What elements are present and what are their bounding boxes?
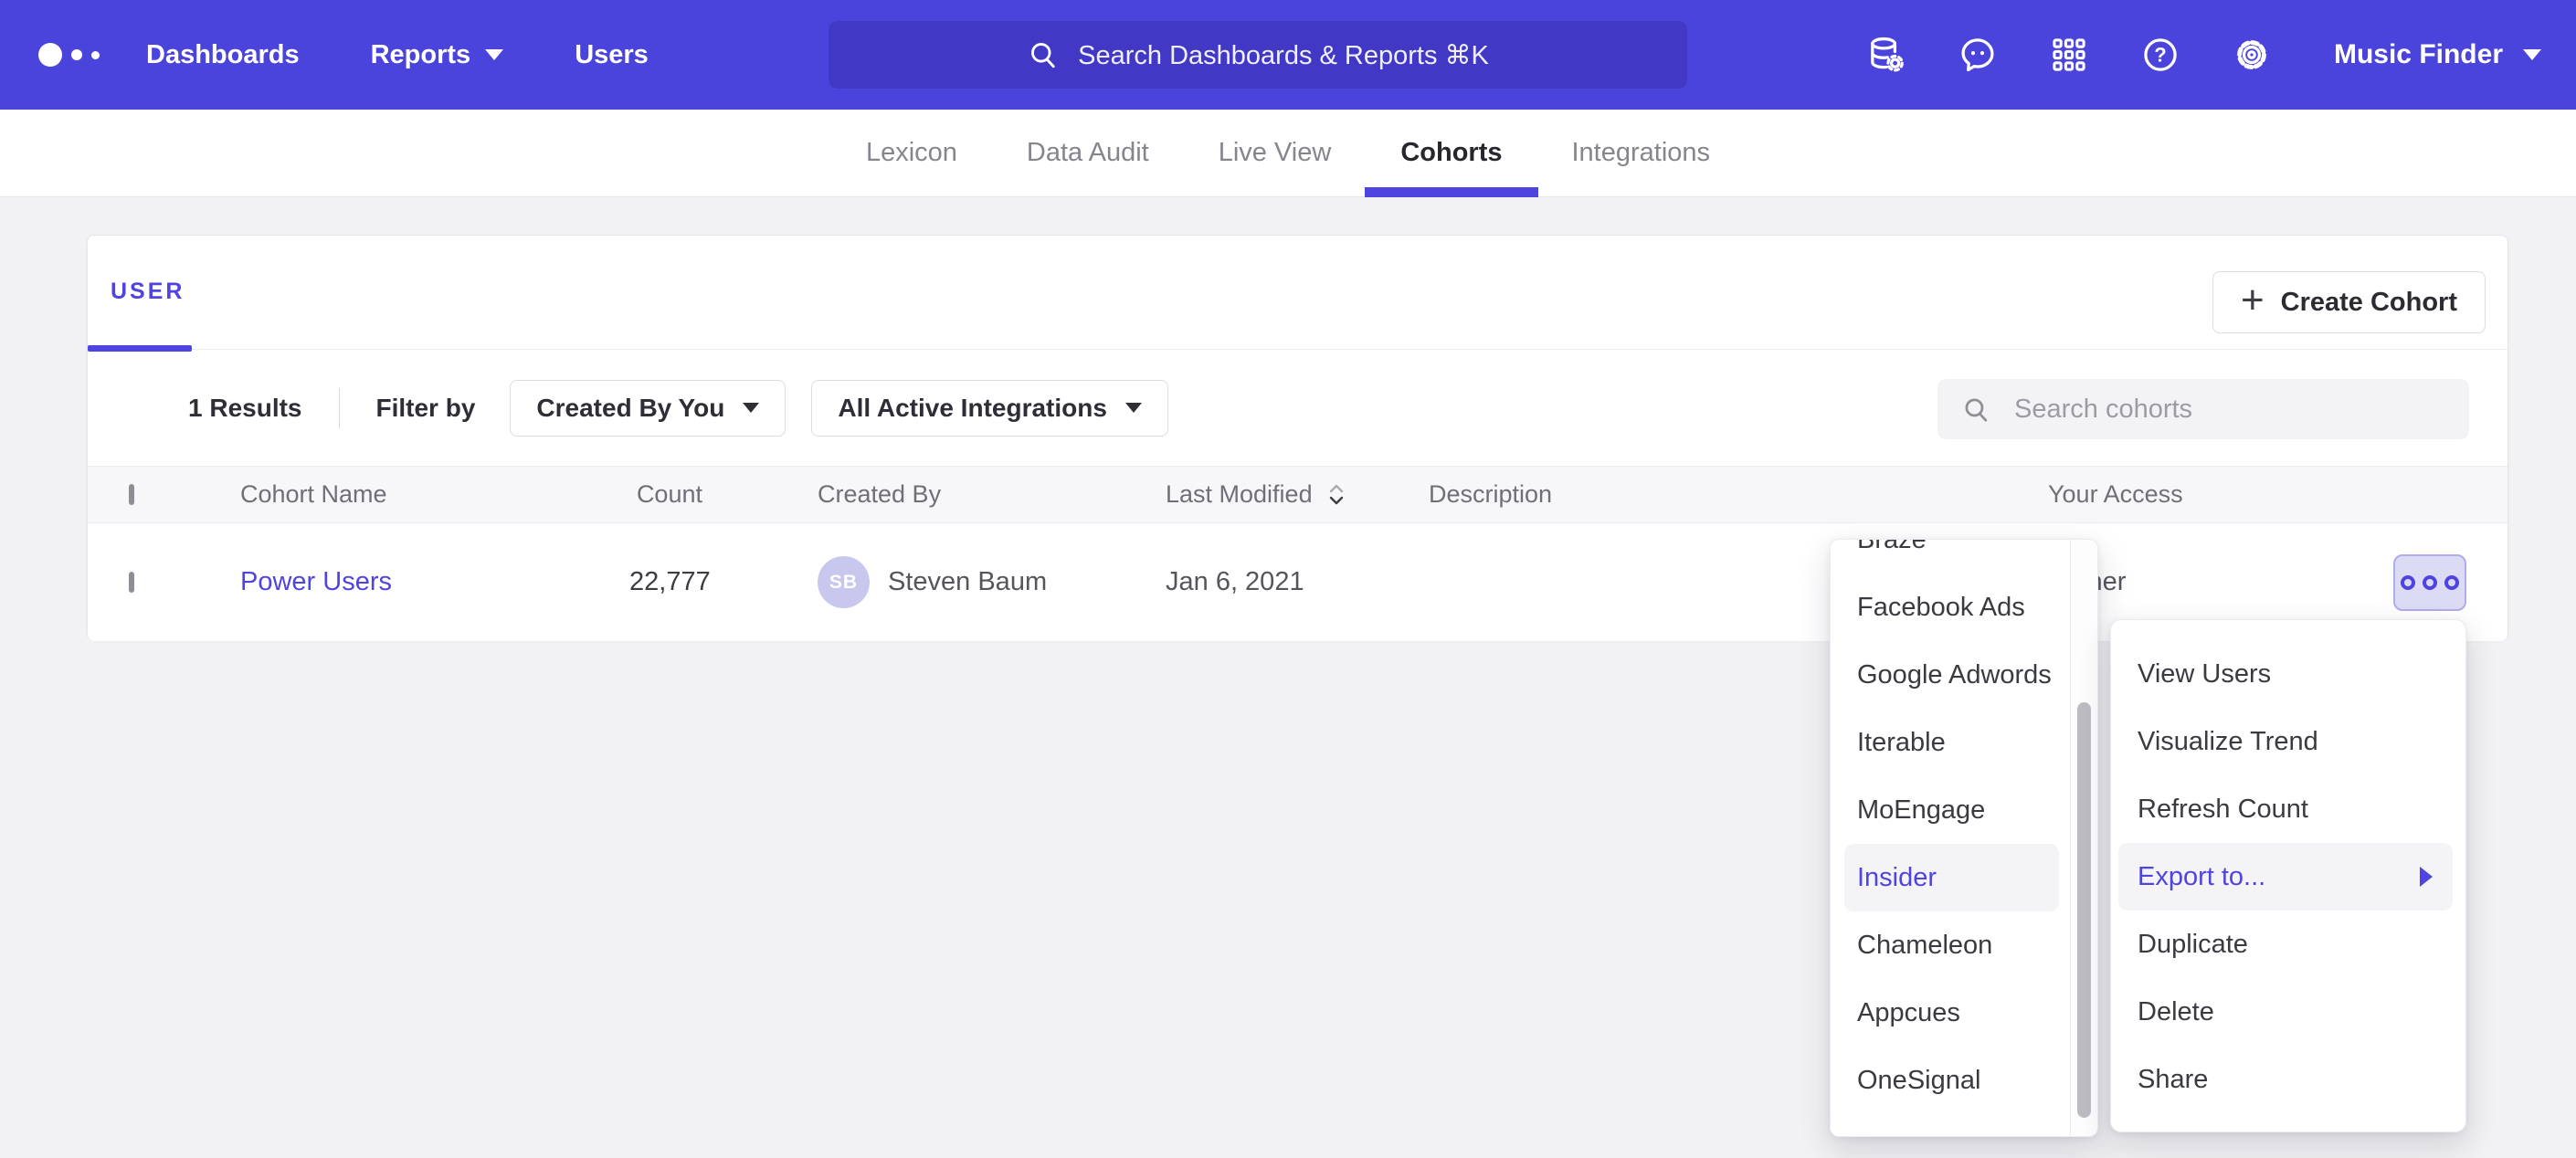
menu-item-iterable[interactable]: Iterable — [1831, 709, 2070, 776]
column-last-modified[interactable]: Last Modified — [1166, 480, 1429, 509]
column-cohort-name: Cohort Name — [240, 480, 629, 509]
menu-item-duplicate[interactable]: Duplicate — [2111, 911, 2465, 978]
sort-icon — [1325, 482, 1347, 508]
last-modified-cell: Jan 6, 2021 — [1166, 567, 1429, 597]
help-icon[interactable]: ? — [2138, 33, 2182, 77]
account-menu[interactable]: Music Finder — [2334, 39, 2541, 70]
divider — [339, 388, 340, 428]
column-your-access: Your Access — [2048, 480, 2466, 509]
global-search-input[interactable]: Search Dashboards & Reports ⌘K — [829, 21, 1687, 89]
scrollbar-thumb[interactable] — [2077, 702, 2091, 1118]
primary-nav: Dashboards Reports Users — [146, 40, 649, 70]
tab-live-view[interactable]: Live View — [1219, 110, 1332, 197]
section-tabs: Lexicon Data Audit Live View Cohorts Int… — [0, 110, 2576, 197]
menu-item-braze[interactable]: Braze — [1831, 540, 2070, 574]
nav-users[interactable]: Users — [575, 40, 649, 70]
chevron-down-icon — [1125, 403, 1142, 413]
cohort-search — [1937, 379, 2469, 439]
results-count: 1 Results — [188, 394, 302, 423]
cohorts-panel-header: USER + Create Cohort — [88, 236, 2507, 350]
svg-text:?: ? — [2154, 44, 2166, 67]
cohort-search-input[interactable] — [1937, 379, 2469, 439]
filter-by-label: Filter by — [376, 394, 476, 423]
column-created-by: Created By — [702, 480, 1166, 509]
nav-reports[interactable]: Reports — [371, 40, 504, 70]
menu-item-view-users[interactable]: View Users — [2111, 640, 2465, 708]
dot-icon — [2423, 575, 2437, 590]
export-destinations-menu: Braze Facebook Ads Google Adwords Iterab… — [1830, 539, 2098, 1137]
feedback-icon[interactable] — [1956, 33, 2000, 77]
menu-item-facebook-ads[interactable]: Facebook Ads — [1831, 574, 2070, 641]
select-all-checkbox[interactable] — [129, 484, 134, 505]
row-actions-button[interactable] — [2393, 554, 2466, 611]
menu-item-insider[interactable]: Insider — [1844, 844, 2059, 911]
column-count: Count — [629, 480, 702, 509]
apps-grid-icon[interactable] — [2047, 33, 2091, 77]
settings-gear-icon[interactable] — [2230, 33, 2274, 77]
menu-item-google-adwords[interactable]: Google Adwords — [1831, 641, 2070, 709]
cohort-name-link[interactable]: Power Users — [240, 567, 629, 597]
create-cohort-button[interactable]: + Create Cohort — [2212, 271, 2486, 333]
chevron-down-icon — [743, 403, 759, 413]
topbar-actions: ? Music Finder — [1864, 0, 2541, 110]
menu-item-appcues[interactable]: Appcues — [1831, 979, 2070, 1047]
tab-integrations[interactable]: Integrations — [1572, 110, 1711, 197]
created-by-cell: SB Steven Baum — [702, 556, 1166, 608]
menu-item-refresh-count[interactable]: Refresh Count — [2111, 775, 2465, 843]
avatar: SB — [818, 556, 870, 608]
chevron-down-icon — [2523, 49, 2541, 60]
menu-item-chameleon[interactable]: Chameleon — [1831, 911, 2070, 979]
submenu-arrow-icon — [2420, 867, 2433, 887]
dot-icon — [2444, 575, 2459, 590]
tab-lexicon[interactable]: Lexicon — [866, 110, 957, 197]
row-context-menu: View Users Visualize Trend Refresh Count… — [2110, 619, 2466, 1132]
cohorts-panel: USER + Create Cohort 1 Results Filter by… — [87, 235, 2508, 640]
global-search-placeholder: Search Dashboards & Reports ⌘K — [1078, 39, 1489, 71]
table-header: Cohort Name Count Created By Last Modifi… — [88, 466, 2507, 523]
logo-dot-medium — [71, 49, 82, 60]
nav-dashboards[interactable]: Dashboards — [146, 40, 300, 70]
data-settings-icon[interactable] — [1864, 33, 1908, 77]
tab-user-cohorts[interactable]: USER — [111, 279, 185, 305]
logo-dot-small — [91, 51, 100, 59]
menu-item-moengage[interactable]: MoEngage — [1831, 776, 2070, 844]
logo-dot-large — [38, 43, 62, 67]
your-access-cell: Owner — [2048, 554, 2466, 611]
tab-cohorts[interactable]: Cohorts — [1400, 110, 1502, 197]
dot-icon — [2401, 575, 2415, 590]
created-by-name: Steven Baum — [888, 567, 1047, 597]
search-icon — [1027, 38, 1060, 71]
tab-data-audit[interactable]: Data Audit — [1027, 110, 1149, 197]
top-navigation-bar: Dashboards Reports Users Search Dashboar… — [0, 0, 2576, 110]
menu-item-delete[interactable]: Delete — [2111, 978, 2465, 1046]
row-checkbox[interactable] — [129, 572, 134, 593]
menu-item-share[interactable]: Share — [2111, 1046, 2465, 1113]
scrollbar-track[interactable] — [2070, 540, 2097, 1136]
menu-item-visualize-trend[interactable]: Visualize Trend — [2111, 708, 2465, 775]
menu-item-export-to[interactable]: Export to... — [2118, 843, 2453, 911]
menu-item-onesignal[interactable]: OneSignal — [1831, 1047, 2070, 1114]
cohort-count: 22,777 — [629, 567, 702, 597]
export-menu-scroll-area: Braze Facebook Ads Google Adwords Iterab… — [1831, 540, 2070, 1136]
search-icon — [1961, 395, 1991, 425]
account-name: Music Finder — [2334, 39, 2503, 70]
created-by-filter-dropdown[interactable]: Created By You — [510, 380, 786, 437]
filter-toolbar: 1 Results Filter by Created By You All A… — [88, 350, 2507, 466]
chevron-down-icon — [485, 49, 503, 60]
app-logo[interactable] — [38, 43, 139, 67]
integrations-filter-dropdown[interactable]: All Active Integrations — [811, 380, 1168, 437]
column-description: Description — [1429, 480, 2048, 509]
